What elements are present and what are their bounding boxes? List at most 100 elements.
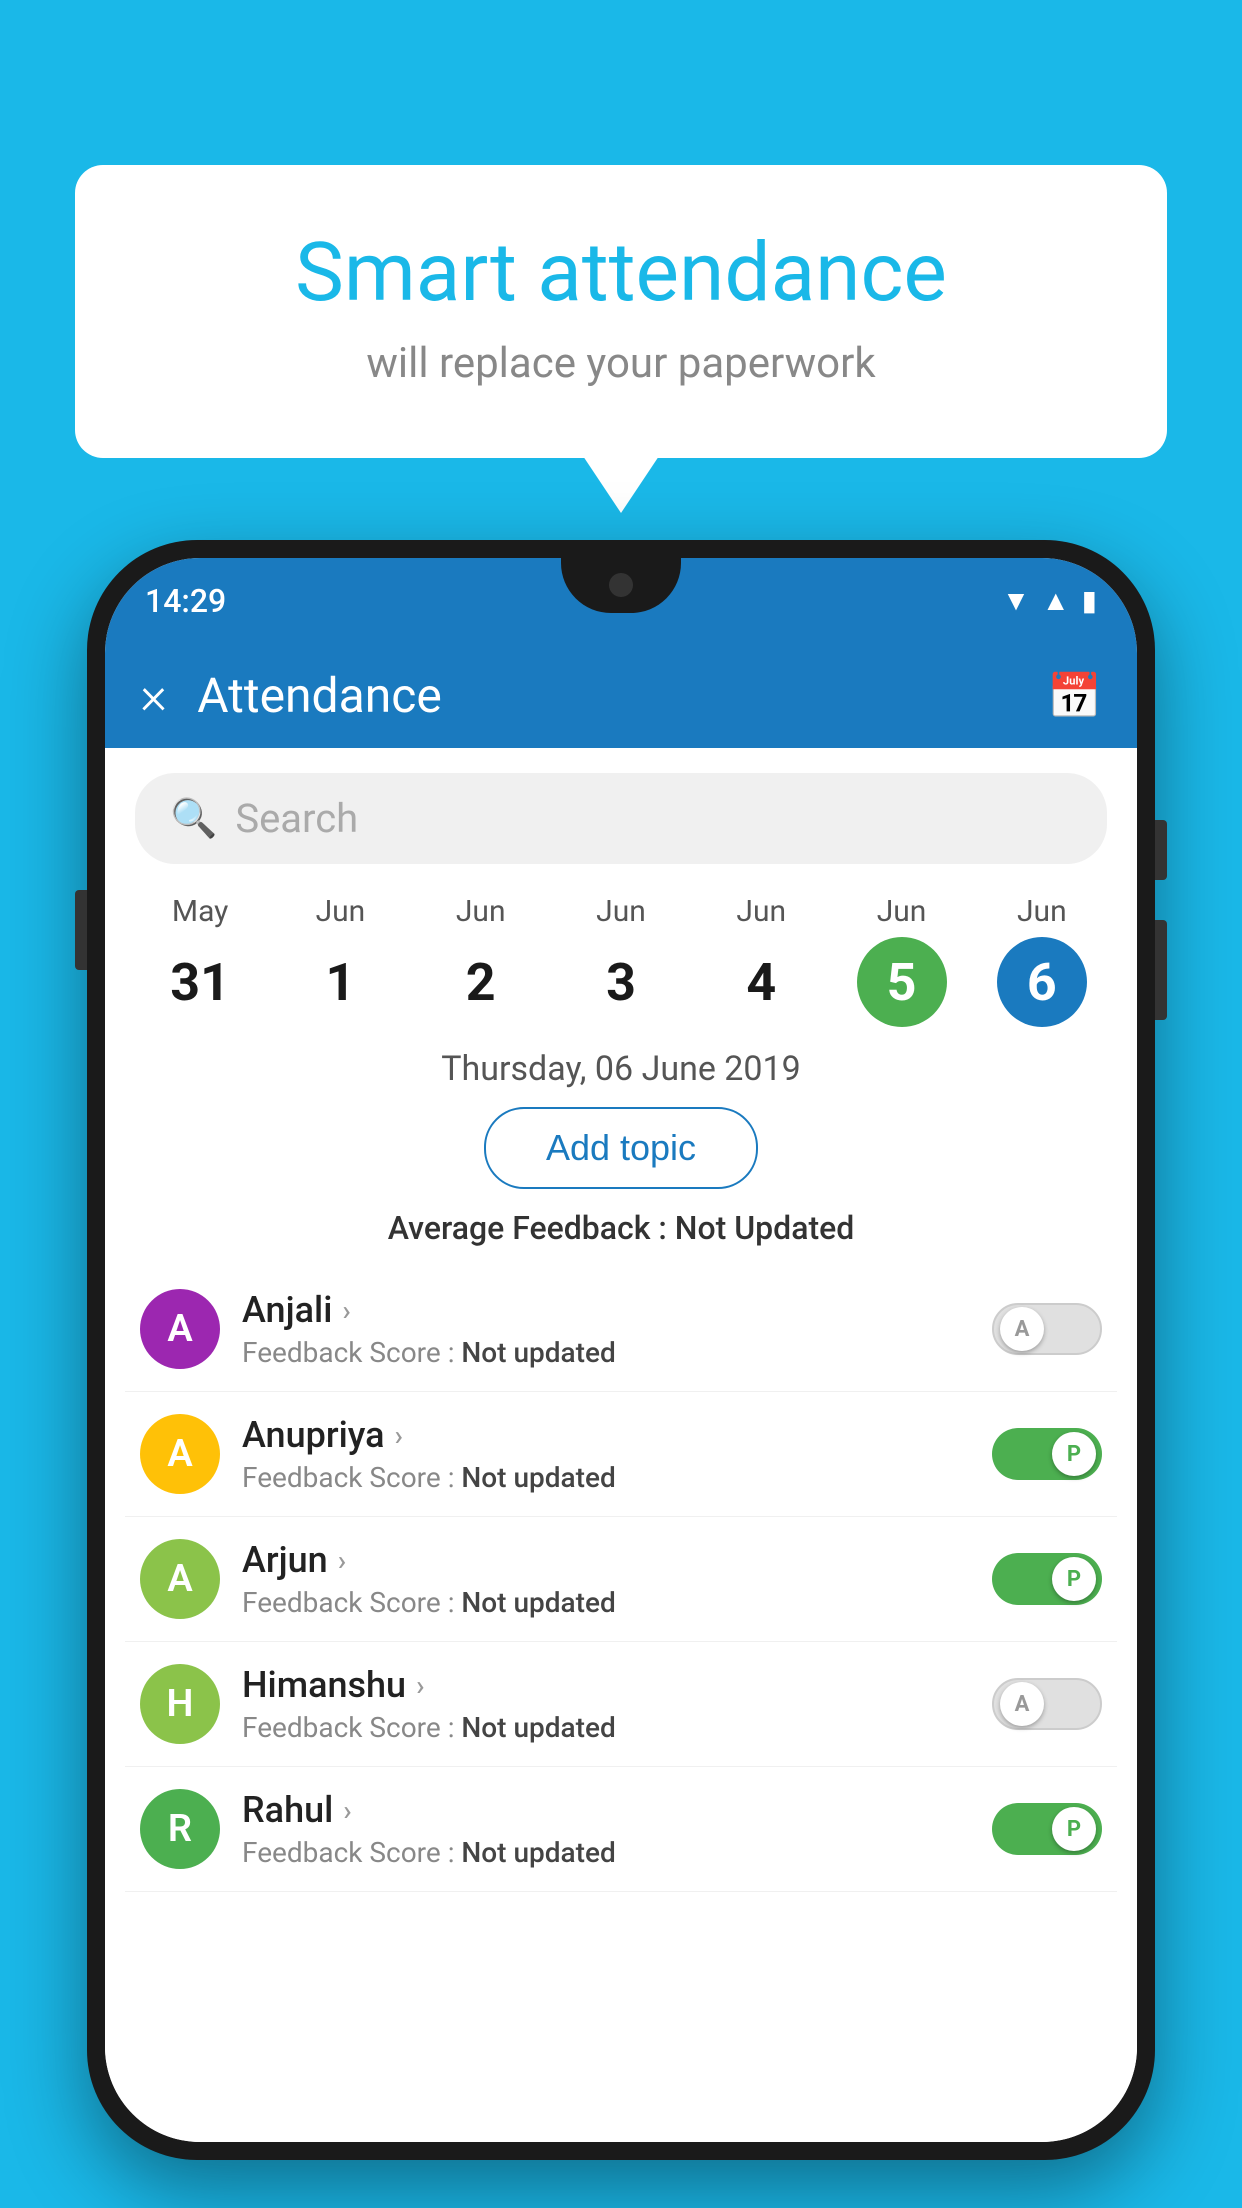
calendar-day[interactable]: Jun 6 <box>997 894 1087 1027</box>
cal-date-label: 1 <box>295 937 385 1027</box>
toggle-knob: P <box>1052 1807 1096 1851</box>
cal-month-label: Jun <box>316 894 366 929</box>
student-info: Anjali ›Feedback Score : Not updated <box>242 1289 970 1369</box>
status-time: 14:29 <box>145 582 226 620</box>
calendar-day[interactable]: Jun 5 <box>857 894 947 1027</box>
notch <box>561 558 681 613</box>
signal-icon: ▲ <box>1042 584 1070 617</box>
cal-date-label: 31 <box>155 937 245 1027</box>
cal-month-label: May <box>172 894 228 929</box>
chevron-icon: › <box>338 1544 346 1577</box>
student-info: Himanshu › Feedback Score : Not updated <box>242 1664 970 1744</box>
student-score: Feedback Score : Not updated <box>242 1836 970 1869</box>
cal-date-label: 6 <box>997 937 1087 1027</box>
score-value: Not updated <box>461 1586 615 1619</box>
student-score: Feedback Score : Not updated <box>242 1461 970 1494</box>
toggle-switch[interactable]: A <box>992 1678 1102 1730</box>
chevron-icon: › <box>416 1669 424 1702</box>
student-name[interactable]: Arjun › <box>242 1539 970 1581</box>
toggle-knob: P <box>1052 1432 1096 1476</box>
toggle-switch[interactable]: P <box>992 1803 1102 1855</box>
cal-month-label: Jun <box>456 894 506 929</box>
student-name[interactable]: Himanshu › <box>242 1664 970 1706</box>
student-name[interactable]: Rahul › <box>242 1789 970 1831</box>
search-placeholder: Search <box>235 795 358 842</box>
bubble-subtitle: will replace your paperwork <box>145 339 1097 388</box>
phone-frame: 14:29 ▼ ▲ ▮ × Attendance 📅 <box>87 540 1155 2160</box>
cal-month-label: Jun <box>877 894 927 929</box>
search-bar[interactable]: 🔍 Search <box>135 773 1107 864</box>
attendance-toggle[interactable]: A <box>992 1303 1102 1355</box>
power-button <box>1155 820 1167 880</box>
toggle-switch[interactable]: P <box>992 1428 1102 1480</box>
status-icons: ▼ ▲ ▮ <box>1002 584 1097 617</box>
bubble-title: Smart attendance <box>145 225 1097 321</box>
cal-month-label: Jun <box>596 894 646 929</box>
student-name[interactable]: Anjali › <box>242 1289 970 1331</box>
selected-date-label: Thursday, 06 June 2019 <box>105 1049 1137 1089</box>
cal-date-label: 5 <box>857 937 947 1027</box>
avatar: A <box>140 1539 220 1619</box>
avatar: R <box>140 1789 220 1869</box>
chevron-icon: › <box>395 1419 403 1452</box>
list-item: A Arjun ›Feedback Score : Not updated P <box>125 1517 1117 1642</box>
status-bar: 14:29 ▼ ▲ ▮ <box>105 558 1137 643</box>
toggle-knob: A <box>1000 1682 1044 1726</box>
calendar-day[interactable]: May 31 <box>155 894 245 1027</box>
student-score: Feedback Score : Not updated <box>242 1711 970 1744</box>
toolbar-title: Attendance <box>197 667 1047 724</box>
toggle-knob: A <box>1000 1307 1044 1351</box>
add-topic-button[interactable]: Add topic <box>484 1107 758 1189</box>
score-value: Not updated <box>461 1836 615 1869</box>
score-value: Not updated <box>461 1336 615 1369</box>
search-icon: 🔍 <box>170 797 217 841</box>
calendar-day[interactable]: Jun 1 <box>295 894 385 1027</box>
volume-button-right <box>1155 920 1167 1020</box>
battery-icon: ▮ <box>1082 584 1097 617</box>
student-info: Rahul › Feedback Score : Not updated <box>242 1789 970 1869</box>
avg-feedback: Average Feedback : Not Updated <box>105 1209 1137 1247</box>
cal-month-label: Jun <box>1017 894 1067 929</box>
cal-date-label: 3 <box>576 937 666 1027</box>
attendance-toggle[interactable]: P <box>992 1803 1102 1855</box>
avg-feedback-value: Not Updated <box>675 1209 855 1247</box>
attendance-toggle[interactable]: P <box>992 1428 1102 1480</box>
list-item: R Rahul › Feedback Score : Not updated P <box>125 1767 1117 1892</box>
student-list: AAnjali ›Feedback Score : Not updatedAAA… <box>105 1267 1137 1892</box>
calendar-icon[interactable]: 📅 <box>1047 670 1102 722</box>
cal-date-label: 4 <box>716 937 806 1027</box>
avatar: H <box>140 1664 220 1744</box>
student-info: Arjun ›Feedback Score : Not updated <box>242 1539 970 1619</box>
student-name[interactable]: Anupriya › <box>242 1414 970 1456</box>
app-toolbar: × Attendance 📅 <box>105 643 1137 748</box>
toggle-knob: P <box>1052 1557 1096 1601</box>
cal-month-label: Jun <box>736 894 786 929</box>
close-button[interactable]: × <box>140 670 167 722</box>
phone-screen: 14:29 ▼ ▲ ▮ × Attendance 📅 <box>105 558 1137 2142</box>
speech-bubble: Smart attendance will replace your paper… <box>75 165 1167 458</box>
volume-button <box>75 890 87 970</box>
cal-date-label: 2 <box>436 937 526 1027</box>
list-item: A Anupriya › Feedback Score : Not updated P <box>125 1392 1117 1517</box>
list-item: H Himanshu › Feedback Score : Not updated A <box>125 1642 1117 1767</box>
score-value: Not updated <box>461 1461 615 1494</box>
list-item: A Anjali ›Feedback Score : Not updated A <box>125 1267 1117 1392</box>
calendar-day[interactable]: Jun 3 <box>576 894 666 1027</box>
camera <box>609 573 633 597</box>
calendar-day[interactable]: Jun 2 <box>436 894 526 1027</box>
avg-feedback-label: Average Feedback : <box>388 1209 667 1247</box>
phone-wrapper: 14:29 ▼ ▲ ▮ × Attendance 📅 <box>87 540 1155 2208</box>
student-info: Anupriya › Feedback Score : Not updated <box>242 1414 970 1494</box>
calendar-day[interactable]: Jun 4 <box>716 894 806 1027</box>
toggle-switch[interactable]: P <box>992 1553 1102 1605</box>
attendance-toggle[interactable]: P <box>992 1553 1102 1605</box>
chevron-icon: › <box>343 1794 351 1827</box>
avatar: A <box>140 1289 220 1369</box>
calendar-strip: May 31 Jun 1 Jun 2 Jun 3 Jun 4 Jun 5 Jun 6 <box>105 889 1137 1027</box>
chevron-icon: › <box>342 1294 350 1327</box>
avatar: A <box>140 1414 220 1494</box>
attendance-toggle[interactable]: A <box>992 1678 1102 1730</box>
wifi-icon: ▼ <box>1002 584 1030 617</box>
toggle-switch[interactable]: A <box>992 1303 1102 1355</box>
score-value: Not updated <box>461 1711 615 1744</box>
